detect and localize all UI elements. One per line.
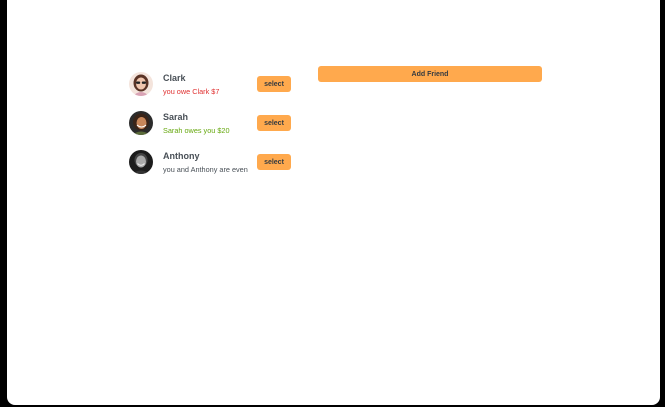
anthony-avatar-icon <box>129 150 153 174</box>
clark-avatar-icon <box>129 72 153 96</box>
select-friend-button[interactable]: select <box>257 76 291 92</box>
sarah-avatar-icon <box>129 111 153 135</box>
friend-name: Clark <box>163 73 186 83</box>
friend-item-anthony: Anthony you and Anthony are even select <box>129 148 299 187</box>
friend-name: Anthony <box>163 151 200 161</box>
select-friend-button[interactable]: select <box>257 154 291 170</box>
add-friend-button[interactable]: Add Friend <box>318 66 542 82</box>
friend-balance: you and Anthony are even <box>163 165 248 174</box>
friend-item-sarah: Sarah Sarah owes you $20 select <box>129 109 299 148</box>
select-friend-button[interactable]: select <box>257 115 291 131</box>
friend-item-clark: Clark you owe Clark $7 select <box>129 70 299 109</box>
app-window: Clark you owe Clark $7 select Sarah Sara… <box>7 0 660 405</box>
friend-balance: Sarah owes you $20 <box>163 126 230 135</box>
friends-list: Clark you owe Clark $7 select Sarah Sara… <box>129 70 299 187</box>
friend-balance: you owe Clark $7 <box>163 87 220 96</box>
friend-name: Sarah <box>163 112 189 122</box>
